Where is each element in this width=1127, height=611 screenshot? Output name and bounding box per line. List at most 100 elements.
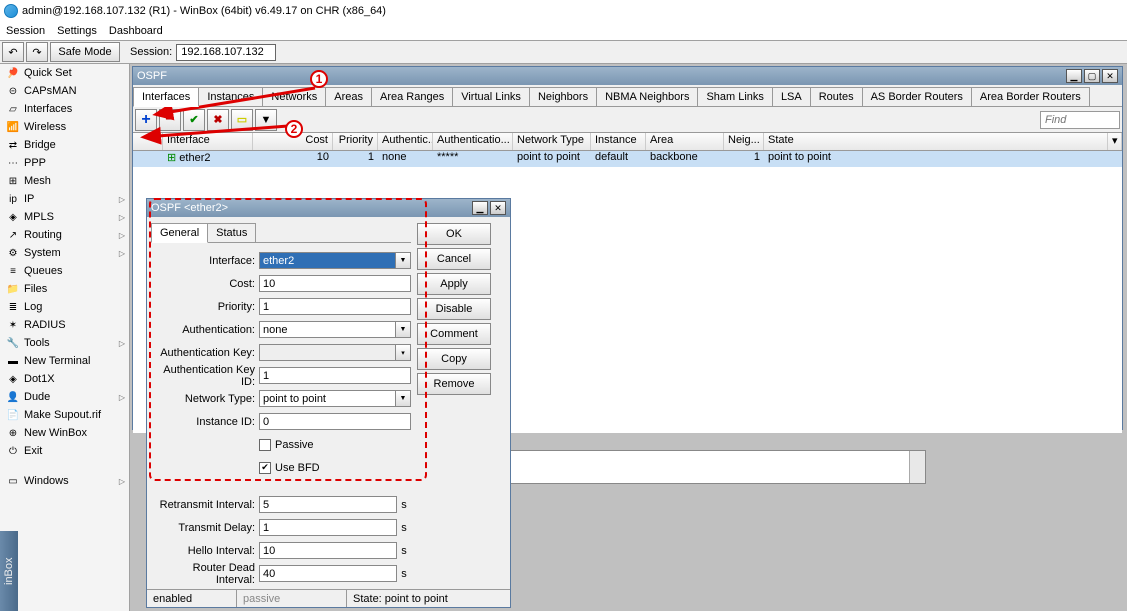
tab-virtual-links[interactable]: Virtual Links (452, 87, 530, 107)
copy-button[interactable]: Copy (417, 348, 491, 370)
terminal-scrollbar[interactable] (909, 451, 925, 483)
col-auth[interactable]: Authentic... (378, 133, 433, 150)
enable-button[interactable]: ✔ (183, 109, 205, 131)
input-authkid[interactable]: 1 (259, 367, 411, 384)
sidebar-item-ip[interactable]: ipIP▷ (0, 190, 129, 208)
tab-networks[interactable]: Networks (262, 87, 326, 107)
tab-area-ranges[interactable]: Area Ranges (371, 87, 453, 107)
minimize-button[interactable]: ▁ (1066, 69, 1082, 83)
tab-areas[interactable]: Areas (325, 87, 372, 107)
sidebar-item-mpls[interactable]: ◈MPLS▷ (0, 208, 129, 226)
session-ip-field[interactable]: 192.168.107.132 (176, 44, 276, 61)
input-instid[interactable]: 0 (259, 413, 411, 430)
col-area[interactable]: Area (646, 133, 724, 150)
tab-status[interactable]: Status (207, 223, 256, 243)
apply-button[interactable]: Apply (417, 273, 491, 295)
input-txd[interactable]: 1 (259, 519, 397, 536)
tab-general[interactable]: General (151, 223, 208, 243)
tab-as-border-routers[interactable]: AS Border Routers (862, 87, 972, 107)
sidebar-item-windows[interactable]: ▭Windows▷ (0, 472, 129, 490)
add-button[interactable]: + (135, 109, 157, 131)
col-priority[interactable]: Priority (333, 133, 378, 150)
dd-authkey[interactable]: ▾ (396, 344, 411, 361)
col-instance[interactable]: Instance (591, 133, 646, 150)
sidebar-item-routing[interactable]: ↗Routing▷ (0, 226, 129, 244)
sidebar-item-interfaces[interactable]: ▱Interfaces (0, 100, 129, 118)
comment-button[interactable]: Comment (417, 323, 491, 345)
tab-nbma-neighbors[interactable]: NBMA Neighbors (596, 87, 698, 107)
menu-settings[interactable]: Settings (57, 25, 97, 37)
find-input[interactable] (1040, 111, 1120, 129)
input-ntype[interactable]: point to point (259, 390, 396, 407)
ok-button[interactable]: OK (417, 223, 491, 245)
sidebar-item-ppp[interactable]: ⋯PPP (0, 154, 129, 172)
sidebar-item-dude[interactable]: 👤Dude▷ (0, 388, 129, 406)
sidebar-item-new-terminal[interactable]: ▬New Terminal (0, 352, 129, 370)
filter-button[interactable]: ▼ (255, 109, 277, 131)
terminal-window[interactable] (508, 450, 926, 484)
input-priority[interactable]: 1 (259, 298, 411, 315)
disable-button[interactable]: ✖ (207, 109, 229, 131)
table-row[interactable]: ⊞ ether2 10 1 none ***** point to point … (133, 151, 1122, 167)
col-interface[interactable]: Interface (163, 133, 253, 150)
sidebar-item-bridge[interactable]: ⇄Bridge (0, 136, 129, 154)
close-button[interactable]: ✕ (1102, 69, 1118, 83)
tab-sham-links[interactable]: Sham Links (697, 87, 772, 107)
dialog-titlebar[interactable]: OSPF <ether2> ▁ ✕ (147, 199, 510, 217)
dialog-close-button[interactable]: ✕ (490, 201, 506, 215)
col-neig[interactable]: Neig... (724, 133, 764, 150)
checkbox-passive[interactable] (259, 439, 271, 451)
tab-neighbors[interactable]: Neighbors (529, 87, 597, 107)
tab-interfaces[interactable]: Interfaces (133, 87, 199, 107)
tab-routes[interactable]: Routes (810, 87, 863, 107)
sidebar-item-mesh[interactable]: ⊞Mesh (0, 172, 129, 190)
input-interface[interactable]: ether2 (259, 252, 396, 269)
col-authkey[interactable]: Authenticatio... (433, 133, 513, 150)
sidebar-item-dot1x[interactable]: ◈Dot1X (0, 370, 129, 388)
dd-interface[interactable]: ▼ (396, 252, 411, 269)
sidebar-item-log[interactable]: ≣Log (0, 298, 129, 316)
input-hello[interactable]: 10 (259, 542, 397, 559)
input-cost[interactable]: 10 (259, 275, 411, 292)
col-state[interactable]: State (764, 133, 1108, 150)
sidebar-item-new-winbox[interactable]: ⊕New WinBox (0, 424, 129, 442)
sidebar-item-system[interactable]: ⚙System▷ (0, 244, 129, 262)
dd-ntype[interactable]: ▼ (396, 390, 411, 407)
undo-button[interactable]: ↶ (2, 42, 24, 62)
dd-auth[interactable]: ▼ (396, 321, 411, 338)
winbox-vertical-tab[interactable]: inBox (0, 531, 18, 611)
tab-lsa[interactable]: LSA (772, 87, 811, 107)
sidebar-item-wireless[interactable]: 📶Wireless (0, 118, 129, 136)
cancel-button[interactable]: Cancel (417, 248, 491, 270)
input-auth[interactable]: none (259, 321, 396, 338)
input-retx[interactable]: 5 (259, 496, 397, 513)
input-dead[interactable]: 40 (259, 565, 397, 582)
remove-button[interactable]: Remove (417, 373, 491, 395)
col-scroll[interactable]: ▾ (1108, 133, 1122, 150)
col-nettype[interactable]: Network Type (513, 133, 591, 150)
ospf-window-titlebar[interactable]: OSPF ▁ ▢ ✕ (133, 67, 1122, 85)
tab-instances[interactable]: Instances (198, 87, 263, 107)
remove-button[interactable]: − (159, 109, 181, 131)
sidebar-item-exit[interactable]: ⏻Exit (0, 442, 129, 460)
safe-mode-button[interactable]: Safe Mode (50, 42, 120, 62)
menu-session[interactable]: Session (6, 25, 45, 37)
checkbox-usebfd[interactable]: ✔ (259, 462, 271, 474)
maximize-button[interactable]: ▢ (1084, 69, 1100, 83)
menu-dashboard[interactable]: Dashboard (109, 25, 163, 37)
sidebar-item-capsman[interactable]: ⊝CAPsMAN (0, 82, 129, 100)
disable-button[interactable]: Disable (417, 298, 491, 320)
redo-button[interactable]: ↷ (26, 42, 48, 62)
sidebar-item-files[interactable]: 📁Files (0, 280, 129, 298)
comment-button[interactable]: ▭ (231, 109, 253, 131)
sidebar-item-quick-set[interactable]: 🏓Quick Set (0, 64, 129, 82)
sidebar-item-radius[interactable]: ✶RADIUS (0, 316, 129, 334)
sidebar-item-tools[interactable]: 🔧Tools▷ (0, 334, 129, 352)
tab-area-border-routers[interactable]: Area Border Routers (971, 87, 1090, 107)
sidebar-item-supout[interactable]: 📄Make Supout.rif (0, 406, 129, 424)
input-authkey[interactable] (259, 344, 396, 361)
col-flag[interactable] (133, 133, 163, 150)
dialog-min-button[interactable]: ▁ (472, 201, 488, 215)
col-cost[interactable]: Cost (253, 133, 333, 150)
sidebar-item-queues[interactable]: ≡Queues (0, 262, 129, 280)
